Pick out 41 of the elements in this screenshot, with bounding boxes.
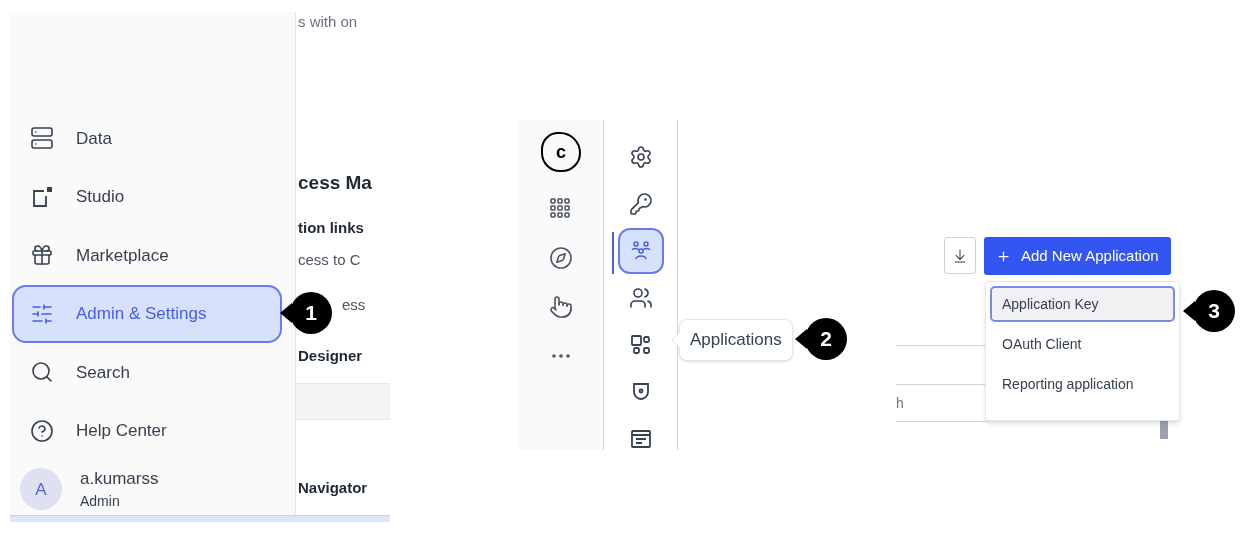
sliders-icon <box>30 301 54 326</box>
page-text: ess <box>342 295 367 315</box>
users-icon <box>628 286 653 310</box>
active-indicator <box>611 232 614 274</box>
menu-item[interactable]: Reporting application <box>990 366 1175 402</box>
square-icon <box>30 184 54 209</box>
server-icon <box>30 126 54 151</box>
settings-nav-item[interactable] <box>617 228 664 274</box>
gift-icon <box>30 243 54 268</box>
card-icon <box>628 427 653 451</box>
page-text: cess Ma <box>298 171 373 195</box>
download-icon <box>952 247 968 264</box>
pointer-icon[interactable] <box>549 295 573 319</box>
tooltip: Applications <box>679 319 793 361</box>
logo[interactable]: c <box>541 132 581 172</box>
page-text: cess to C <box>298 250 362 270</box>
menu-item[interactable]: Application Key <box>990 286 1175 322</box>
page-text: s with on <box>298 12 359 32</box>
page-text: Designer <box>298 346 364 366</box>
user-name: a.kumarss <box>80 468 159 490</box>
apps-icon <box>628 333 653 357</box>
sidebar-item[interactable]: Search <box>12 343 282 402</box>
user-avatar[interactable]: A <box>20 468 62 511</box>
page-text: Navigator <box>298 478 369 498</box>
sidebar-item[interactable]: Admin & Settings <box>12 284 282 343</box>
page-text: tion links <box>298 218 365 238</box>
add-application-button[interactable]: Add New Application <box>984 237 1171 275</box>
sidebar-item[interactable]: Studio <box>12 167 282 226</box>
search-icon <box>30 360 54 385</box>
user-role: Admin <box>80 493 121 511</box>
compass-icon[interactable] <box>549 246 573 270</box>
help-icon <box>30 418 54 443</box>
plus-icon <box>996 248 1011 264</box>
download-button[interactable] <box>944 237 976 274</box>
grid-icon[interactable] <box>549 197 573 221</box>
settings-icon <box>628 145 653 169</box>
menu-item[interactable]: OAuth Client <box>990 326 1175 362</box>
sidebar-item[interactable]: Marketplace <box>12 226 282 285</box>
sidebar-item[interactable]: Help Center <box>12 401 282 460</box>
sidebar-item[interactable]: Data <box>12 109 282 168</box>
key-icon <box>628 192 653 216</box>
